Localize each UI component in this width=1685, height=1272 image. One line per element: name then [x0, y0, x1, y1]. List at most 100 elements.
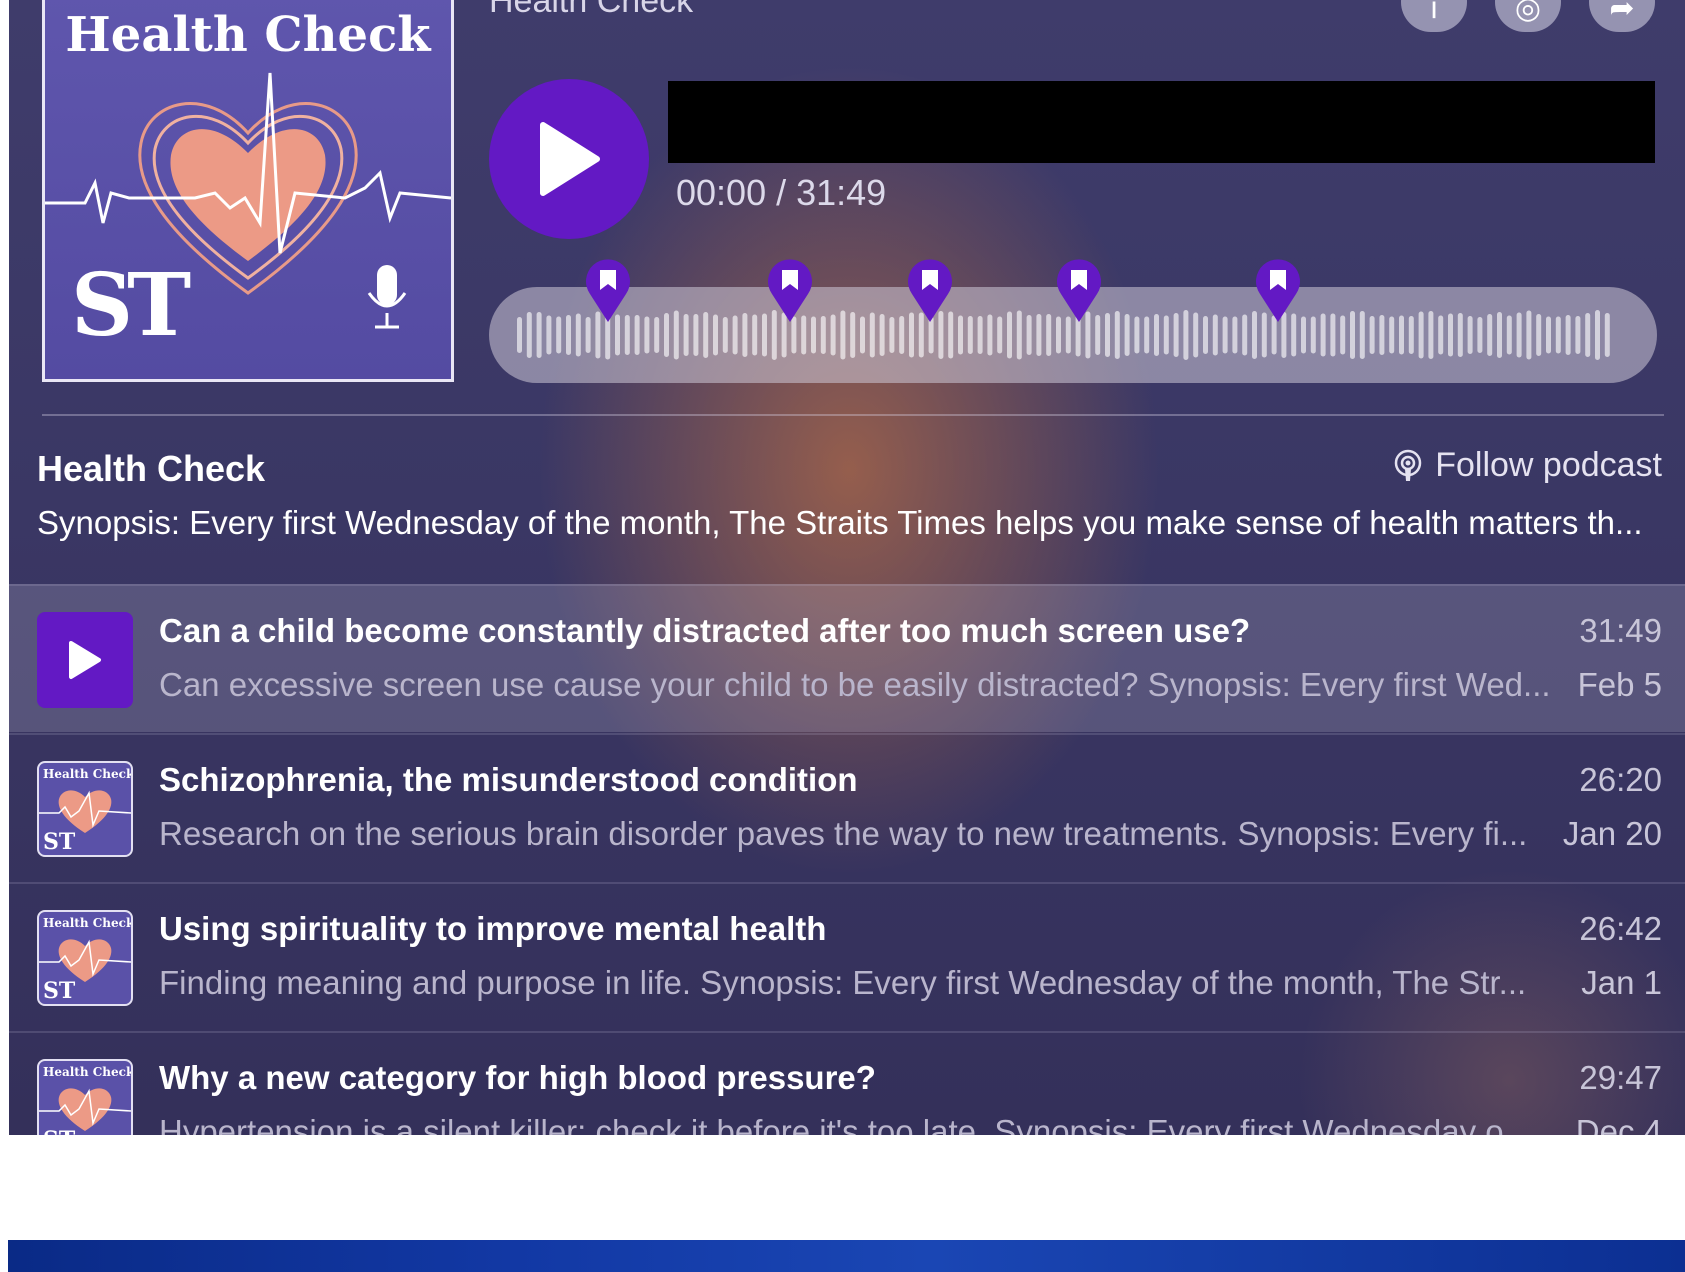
waveform-bar: [977, 316, 983, 354]
waveform-bar: [664, 313, 669, 357]
waveform-bar: [1016, 310, 1022, 360]
waveform-bar: [1467, 316, 1473, 354]
current-episode-title: Health Check: [489, 0, 694, 20]
waveform-bar: [840, 310, 846, 360]
waveform-bar: [1046, 314, 1052, 356]
top-action-icons: i ◎ ➦: [1401, 0, 1655, 32]
waveform-bar: [1448, 313, 1453, 357]
podcast-synopsis: Synopsis: Every first Wednesday of the m…: [37, 504, 1643, 541]
waveform-bar: [1036, 314, 1042, 356]
chapter-marker-icon[interactable]: [906, 258, 954, 324]
waveform-bar: [1526, 310, 1532, 360]
waveform-bar: [1320, 313, 1326, 357]
waveform-bar: [1183, 310, 1189, 360]
info-icon[interactable]: i: [1401, 0, 1467, 32]
waveform-bar: [1163, 315, 1169, 355]
follow-podcast-button[interactable]: Follow podcast: [1391, 446, 1662, 485]
waveform-bar: [1575, 316, 1581, 354]
waveform-bar: [1565, 315, 1571, 355]
waveform-bar: [1477, 317, 1483, 353]
waveform-bar: [1212, 314, 1218, 356]
waveform-bar: [566, 315, 571, 355]
waveform-bar: [997, 316, 1003, 354]
episode-row[interactable]: Health Check ST Schizophrenia, the misun…: [9, 733, 1685, 881]
waveform-bar: [546, 315, 552, 355]
waveform-bar: [1310, 316, 1316, 354]
waveform-bar: [1399, 315, 1404, 355]
episode-row[interactable]: Health Check ST Why a new category for h…: [9, 1031, 1685, 1135]
waveform-bar: [1203, 316, 1208, 354]
waveform-bar: [889, 317, 895, 353]
waveform-bar: [1340, 315, 1346, 355]
footer-band: [8, 1240, 1685, 1272]
waveform-bar: [1359, 311, 1365, 359]
waveform-bar: [536, 312, 542, 358]
share-icon[interactable]: ➦: [1589, 0, 1655, 32]
waveform-bar: [820, 316, 826, 354]
thumbnail-logo: ST: [43, 1127, 75, 1135]
episode-row[interactable]: Can a child become constantly distracted…: [9, 584, 1685, 732]
waveform-bar: [1497, 312, 1502, 358]
episode-date: Jan 20: [1562, 815, 1662, 852]
waveform-bar: [869, 312, 875, 358]
waveform-bar: [1585, 313, 1591, 357]
chapter-marker-icon[interactable]: [766, 258, 814, 324]
episode-duration: 29:47: [1579, 1059, 1662, 1096]
waveform-bar: [1105, 313, 1110, 357]
waveform-bar: [1154, 314, 1159, 356]
episode-description: Hypertension is a silent killer: check i…: [159, 1113, 1532, 1135]
waveform-bar: [673, 310, 679, 360]
waveform-bar: [1516, 312, 1522, 358]
waveform-bar: [1506, 315, 1512, 355]
waveform-bar: [556, 316, 562, 354]
chapter-marker-icon[interactable]: [1254, 258, 1302, 324]
episode-description: Can excessive screen use cause your chil…: [159, 666, 1549, 703]
play-icon: [540, 122, 600, 196]
waveform-bar: [1222, 316, 1228, 354]
episode-title: Why a new category for high blood pressu…: [159, 1059, 876, 1096]
episode-thumbnail[interactable]: Health Check ST: [37, 761, 133, 857]
podcast-name: Health Check: [37, 448, 266, 489]
play-button[interactable]: [489, 79, 649, 239]
cover-logo: ST: [71, 255, 191, 356]
waveform-bar: [526, 312, 532, 358]
episode-duration: 31:49: [1579, 612, 1662, 649]
follow-label: Follow podcast: [1435, 446, 1662, 484]
episode-duration: 26:20: [1579, 761, 1662, 798]
episode-description: Finding meaning and purpose in life. Syn…: [159, 964, 1527, 1001]
waveform-bar: [1604, 313, 1610, 357]
chapter-marker-icon[interactable]: [1055, 258, 1103, 324]
episode-date: Dec 4: [1575, 1113, 1662, 1135]
podcast-icon[interactable]: ◎: [1495, 0, 1561, 32]
waveform-bar: [1555, 316, 1561, 354]
episode-thumbnail[interactable]: Health Check ST: [37, 1059, 133, 1135]
chapter-marker-icon[interactable]: [584, 258, 632, 324]
heart-graphic: [39, 1088, 131, 1131]
waveform-bar: [517, 317, 522, 353]
waveform-bar: [1124, 314, 1130, 356]
waveform-bar: [1438, 315, 1444, 355]
podcast-player: Health Check ST Health Check i ◎ ➦ 00:00…: [9, 0, 1685, 1135]
waveform-bar: [1546, 316, 1551, 354]
waveform-bar: [1026, 315, 1032, 355]
waveform-bar: [958, 315, 963, 355]
episode-title: Using spirituality to improve mental hea…: [159, 910, 827, 947]
play-icon: [69, 641, 101, 679]
episode-thumbnail[interactable]: Health Check ST: [37, 910, 133, 1006]
waveform-bar: [1350, 311, 1355, 359]
waveform-bar: [879, 314, 885, 356]
episode-play-button[interactable]: [37, 612, 133, 708]
waveform-bar: [1379, 315, 1385, 355]
episode-title: Schizophrenia, the misunderstood conditi…: [159, 761, 858, 798]
waveform-bar: [850, 312, 856, 358]
waveform-bar: [693, 314, 699, 356]
waveform-bar: [1536, 314, 1542, 356]
waveform-bar: [752, 314, 758, 356]
waveform-bar: [1408, 316, 1414, 354]
episode-row[interactable]: Health Check ST Using spirituality to im…: [9, 882, 1685, 1030]
waveform-bar: [634, 315, 640, 355]
waveform-bar: [1007, 311, 1012, 359]
waveform-bar: [1428, 311, 1434, 359]
waveform-bar: [899, 316, 905, 354]
waveform-bar: [987, 314, 993, 356]
